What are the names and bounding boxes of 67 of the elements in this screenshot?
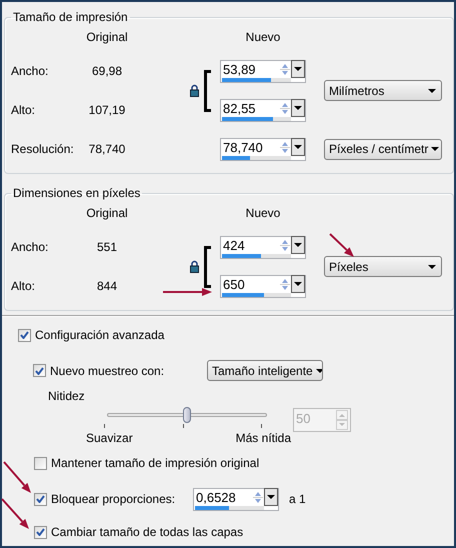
checkbox-label[interactable]: Configuración avanzada — [35, 328, 164, 342]
caret-icon — [294, 144, 302, 149]
checkbox-label[interactable]: Bloquear proporciones: — [51, 492, 193, 506]
link-bracket — [204, 246, 212, 288]
number-field[interactable]: 53,89 — [220, 60, 306, 82]
checkbox-label[interactable]: Nuevo muestreo con: — [50, 364, 207, 378]
checkbox-label[interactable]: Mantener tamaño de impresión original — [51, 456, 260, 470]
original-value: 551 — [96, 240, 118, 254]
original-value: 78,740 — [88, 142, 126, 156]
dropdown-button[interactable] — [291, 98, 305, 117]
caret-icon — [267, 494, 275, 499]
ratio-suffix: a 1 — [289, 492, 306, 506]
checkbox[interactable] — [34, 456, 47, 470]
column-header: Original — [86, 206, 128, 220]
number-field[interactable]: 78,740 — [220, 138, 306, 160]
annotation-arrow — [1, 498, 29, 529]
caret-icon — [294, 66, 302, 71]
slider-max-label: Más nítida — [236, 431, 291, 445]
caret-icon — [294, 282, 302, 286]
field-label: Alto: — [11, 279, 36, 293]
dropdown[interactable]: Píxeles / centímetr — [324, 138, 442, 160]
annotation-arrow — [3, 461, 31, 493]
dropdown-button[interactable] — [291, 236, 305, 254]
annotation-arrow — [163, 288, 212, 296]
group-title: Tamaño de impresión — [12, 10, 129, 24]
dropdown[interactable]: Milímetros — [324, 80, 442, 101]
checkbox[interactable] — [34, 526, 47, 538]
dropdown[interactable]: Tamaño inteligente — [207, 360, 323, 381]
field-label: Resolución: — [11, 142, 75, 156]
number-field[interactable]: 424 — [220, 236, 306, 258]
column-header: Nuevo — [246, 206, 280, 220]
original-value: 107,19 — [88, 103, 126, 117]
caret-icon — [428, 88, 436, 92]
checkbox[interactable] — [18, 328, 31, 342]
dropdown[interactable]: Píxeles — [324, 256, 442, 277]
slider-label: Nitidez — [48, 390, 86, 402]
caret-icon — [294, 242, 302, 247]
group-title: Dimensiones en píxeles — [12, 186, 142, 200]
field-label: Ancho: — [11, 64, 50, 78]
checkbox[interactable] — [34, 492, 47, 506]
checkbox[interactable] — [33, 364, 46, 377]
caret-icon — [431, 147, 440, 151]
column-header: Nuevo — [246, 30, 280, 44]
slider[interactable] — [107, 406, 267, 424]
tick-mark — [182, 424, 184, 428]
number-field[interactable]: 650 — [220, 274, 306, 298]
field-label: Ancho: — [11, 240, 50, 254]
dropdown-button[interactable] — [291, 274, 305, 293]
column-header: Original — [86, 30, 128, 44]
slider-min-label: Suavizar — [86, 431, 133, 445]
dropdown-button[interactable] — [291, 60, 305, 78]
annotation-arrow — [329, 233, 354, 257]
original-value: 844 — [96, 279, 118, 293]
spin-icon — [336, 410, 348, 430]
number-field[interactable]: 82,55 — [220, 98, 306, 122]
caret-icon — [294, 106, 302, 110]
caret-icon — [428, 264, 436, 268]
tick-mark — [261, 424, 262, 428]
original-value: 69,98 — [92, 64, 122, 78]
link-bracket — [204, 70, 212, 112]
caret-icon — [316, 368, 322, 372]
dropdown-button[interactable] — [264, 488, 278, 506]
checkbox-label[interactable]: Cambiar tamaño de todas las capas — [51, 525, 244, 539]
number-field[interactable]: 0,6528 — [193, 488, 279, 510]
tick-mark — [104, 424, 105, 428]
field-label: Alto: — [11, 103, 36, 117]
dropdown-button[interactable] — [291, 138, 305, 156]
